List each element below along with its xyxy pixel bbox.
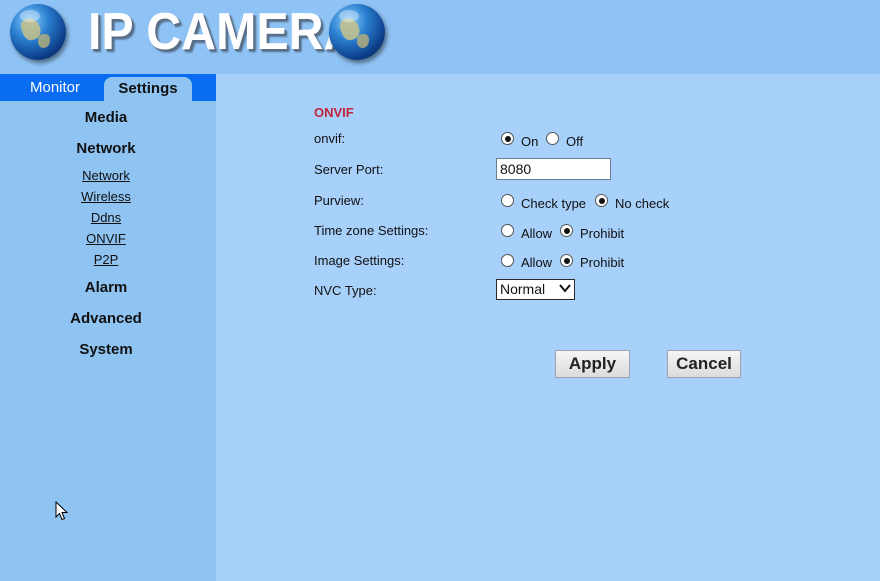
- cancel-button[interactable]: Cancel: [667, 350, 741, 378]
- sidebar-item-p2p[interactable]: P2P: [0, 252, 212, 267]
- time-zone-allow-radio[interactable]: [501, 224, 514, 237]
- sidebar-item-network[interactable]: Network: [0, 168, 212, 183]
- image-settings-allow-radio[interactable]: [501, 254, 514, 267]
- apply-button[interactable]: Apply: [555, 350, 630, 378]
- globe-icon: [329, 4, 385, 60]
- time-zone-label: Time zone Settings:: [314, 223, 429, 238]
- time-zone-allow-label: Allow: [521, 226, 553, 241]
- sidebar-item-ddns[interactable]: Ddns: [0, 210, 212, 225]
- section-title: ONVIF: [314, 105, 354, 120]
- sidebar-section-network[interactable]: Network: [0, 140, 212, 157]
- purview-no-check-radio[interactable]: [595, 194, 608, 207]
- server-port-input[interactable]: 8080: [496, 158, 611, 180]
- nvc-type-select[interactable]: Normal: [496, 279, 575, 300]
- sidebar-item-onvif[interactable]: ONVIF: [0, 231, 212, 246]
- tab-bar: Monitor Settings: [0, 74, 216, 101]
- tab-settings[interactable]: Settings: [104, 77, 192, 101]
- header-banner: IP CAMERA: [0, 0, 880, 74]
- app-title: IP CAMERA: [88, 3, 359, 61]
- purview-label: Purview:: [314, 193, 364, 208]
- nvc-type-value: Normal: [500, 281, 546, 297]
- main-panel: ONVIF onvif: On Off Server Port: 8080 Pu…: [216, 74, 880, 581]
- globe-icon: [10, 4, 66, 60]
- server-port-label: Server Port:: [314, 162, 384, 177]
- sidebar-section-advanced[interactable]: Advanced: [0, 310, 212, 327]
- sidebar-section-system[interactable]: System: [0, 341, 212, 358]
- onvif-on-radio[interactable]: [501, 132, 514, 145]
- purview-check-type-label: Check type: [521, 196, 587, 211]
- time-zone-prohibit-radio[interactable]: [560, 224, 573, 237]
- image-settings-prohibit-label: Prohibit: [580, 255, 625, 270]
- sidebar-section-media[interactable]: Media: [0, 109, 212, 126]
- sidebar-section-alarm[interactable]: Alarm: [0, 279, 212, 296]
- image-settings-allow-label: Allow: [521, 255, 553, 270]
- image-settings-prohibit-radio[interactable]: [560, 254, 573, 267]
- tab-monitor[interactable]: Monitor: [16, 74, 94, 101]
- image-settings-label: Image Settings:: [314, 253, 405, 268]
- onvif-off-radio[interactable]: [546, 132, 559, 145]
- sidebar-item-wireless[interactable]: Wireless: [0, 189, 212, 204]
- onvif-on-label: On: [521, 134, 539, 149]
- onvif-off-label: Off: [566, 134, 584, 149]
- nvc-type-label: NVC Type:: [314, 283, 377, 298]
- onvif-label: onvif:: [314, 131, 346, 146]
- purview-no-check-label: No check: [615, 196, 670, 211]
- time-zone-prohibit-label: Prohibit: [580, 226, 625, 241]
- cursor-icon: [55, 501, 69, 521]
- purview-check-type-radio[interactable]: [501, 194, 514, 207]
- sidebar: Media Network Network Wireless Ddns ONVI…: [0, 101, 216, 581]
- chevron-down-icon: [559, 284, 571, 293]
